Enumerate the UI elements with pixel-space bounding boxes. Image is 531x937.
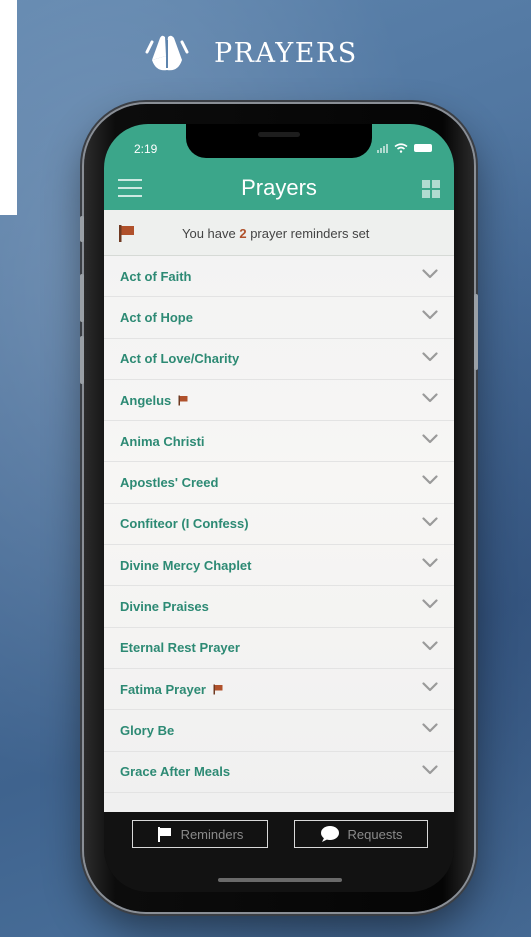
reminder-banner[interactable]: You have 2 prayer reminders set (104, 210, 454, 256)
volume-up-button (80, 274, 84, 322)
chevron-down-icon[interactable] (422, 599, 438, 609)
prayer-row[interactable]: Grace After Meals (104, 752, 454, 793)
chevron-down-icon[interactable] (422, 269, 438, 279)
reminders-label: Reminders (180, 826, 244, 842)
flag-icon (178, 395, 188, 406)
app-title: Prayers (241, 175, 317, 200)
hero-title: PRAYERS (214, 37, 358, 69)
praying-hands-icon (145, 35, 189, 71)
bottom-tab-bar: Reminders Requests (104, 812, 454, 892)
phone-notch (186, 124, 372, 158)
prayer-row[interactable]: Act of Hope (104, 297, 454, 339)
battery-icon (414, 144, 432, 152)
chevron-down-icon[interactable] (422, 641, 438, 651)
prayer-label: Eternal Rest Prayer (120, 640, 240, 656)
requests-label: Requests (347, 826, 403, 842)
prayer-label: Fatima Prayer (120, 681, 206, 697)
reminder-text: You have 2 prayer reminders set (182, 226, 370, 241)
prayer-row[interactable]: Fatima Prayer (104, 669, 454, 711)
prayer-label: Anima Christi (120, 433, 205, 449)
reminder-count: 2 (239, 226, 247, 241)
flag-icon (119, 225, 134, 242)
prayer-label: Apostles' Creed (120, 475, 219, 491)
prayer-row[interactable]: Act of Faith (104, 256, 454, 298)
home-indicator (218, 878, 342, 882)
requests-button[interactable]: Requests (294, 820, 428, 848)
prayer-list: Act of Faith Act of Hope Act of Love/Chari… (104, 256, 454, 812)
prayer-row[interactable]: Apostles' Creed (104, 462, 454, 504)
signal-icon (377, 143, 388, 153)
app-bar: Prayers (104, 164, 454, 210)
prayer-row[interactable]: Act of Love/Charity (104, 339, 454, 380)
volume-down-button (80, 336, 84, 384)
prayer-row[interactable]: Glory Be (104, 710, 454, 752)
chevron-down-icon[interactable] (422, 351, 438, 362)
status-icons (377, 143, 432, 153)
prayer-label: Grace After Meals (120, 764, 231, 780)
wifi-icon (394, 143, 408, 153)
chevron-down-icon[interactable] (422, 393, 438, 403)
prayer-row[interactable]: Eternal Rest Prayer (104, 628, 454, 669)
chevron-down-icon[interactable] (422, 723, 438, 733)
grid-view-icon[interactable] (422, 180, 440, 198)
speaker-grille (258, 132, 300, 137)
prayer-label: Act of Faith (120, 268, 192, 284)
prayer-label: Divine Praises (120, 599, 209, 615)
prayer-label: Divine Mercy Chaplet (120, 557, 252, 573)
chevron-down-icon[interactable] (422, 310, 438, 320)
mute-switch (80, 216, 84, 242)
flag-icon (157, 827, 171, 842)
phone-screen: 2:19 Prayers You have 2 prayer reminders… (104, 124, 454, 892)
chevron-down-icon[interactable] (422, 764, 438, 775)
chevron-down-icon[interactable] (422, 682, 438, 692)
hero-header: PRAYERS (144, 28, 358, 78)
prayer-row[interactable]: Divine Mercy Chaplet (104, 545, 454, 587)
flag-icon (213, 684, 223, 695)
chevron-down-icon[interactable] (422, 434, 438, 444)
status-time: 2:19 (134, 142, 158, 156)
phone-mockup: 2:19 Prayers You have 2 prayer reminders… (80, 104, 478, 912)
power-button (474, 294, 478, 370)
chevron-down-icon[interactable] (422, 475, 438, 485)
chevron-down-icon[interactable] (422, 517, 438, 527)
prayer-row[interactable]: Divine Praises (104, 586, 454, 628)
prayer-label: Act of Hope (120, 309, 193, 325)
prayer-row[interactable]: Anima Christi (104, 421, 454, 463)
reminders-button[interactable]: Reminders (132, 820, 268, 848)
speech-bubble-icon (320, 826, 339, 842)
prayer-label: Confiteor (I Confess) (120, 516, 249, 532)
prayer-row[interactable]: Angelus (104, 380, 454, 422)
prayer-label: Glory Be (120, 722, 175, 738)
prayer-label: Angelus (120, 392, 172, 408)
prayer-row[interactable]: Confiteor (I Confess) (104, 504, 454, 546)
chevron-down-icon[interactable] (422, 558, 438, 568)
white-corner-panel (0, 0, 17, 215)
prayer-label: Act of Love/Charity (120, 351, 240, 367)
